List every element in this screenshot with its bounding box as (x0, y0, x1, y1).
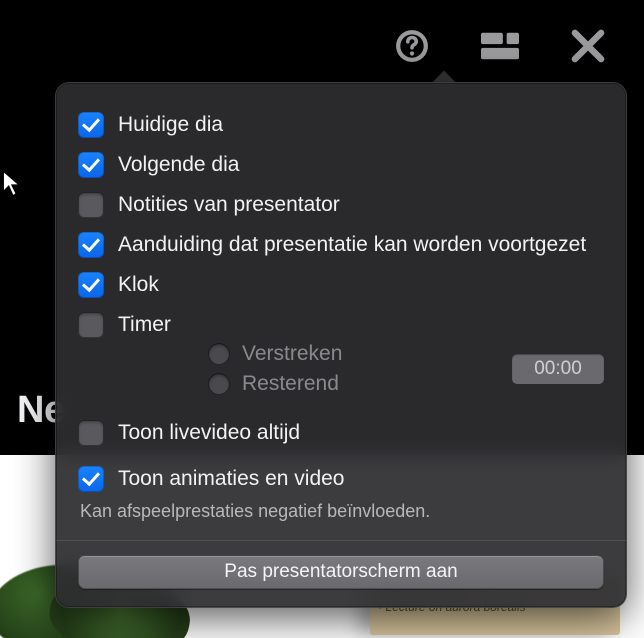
option-presenter-notes[interactable]: Notities van presentator (78, 185, 604, 225)
checkbox[interactable] (78, 420, 104, 446)
radio-label: Verstreken (242, 342, 342, 366)
checkbox[interactable] (78, 466, 104, 492)
option-show-live-video[interactable]: Toon livevideo altijd (78, 413, 604, 453)
option-label: Notities van presentator (118, 193, 340, 217)
close-icon[interactable] (568, 26, 608, 66)
checkbox[interactable] (78, 192, 104, 218)
option-label: Volgende dia (118, 153, 239, 177)
mouse-cursor-icon (2, 170, 24, 198)
checkbox[interactable] (78, 312, 104, 338)
popover-body: Huidige dia Volgende dia Notities van pr… (55, 82, 627, 608)
option-label: Toon animaties en video (118, 467, 344, 491)
option-next-slide[interactable]: Volgende dia (78, 145, 604, 185)
option-label: Timer (118, 313, 171, 337)
checkbox[interactable] (78, 112, 104, 138)
timer-subgroup: Verstreken Resterend 00:00 (118, 339, 604, 399)
help-icon[interactable] (392, 26, 432, 66)
customize-presenter-display-button[interactable]: Pas presentatorscherm aan (78, 555, 604, 589)
layout-icon[interactable] (480, 26, 520, 66)
option-clock[interactable]: Klok (78, 265, 604, 305)
radio[interactable] (208, 343, 230, 365)
radio-label: Resterend (242, 372, 339, 396)
option-ready-indicator[interactable]: Aanduiding dat presentatie kan worden vo… (78, 225, 604, 265)
option-label: Toon livevideo altijd (118, 421, 300, 445)
divider (56, 540, 626, 541)
radio[interactable] (208, 373, 230, 395)
timer-mode-elapsed[interactable]: Verstreken (208, 339, 342, 369)
checkbox[interactable] (78, 152, 104, 178)
option-show-animations[interactable]: Toon animaties en video (78, 459, 604, 499)
presenter-display-popover: Huidige dia Volgende dia Notities van pr… (55, 82, 627, 608)
app-window: Ne Special treat! • Lecture on aurora bo… (0, 0, 644, 638)
option-label: Klok (118, 273, 159, 297)
option-note: Kan afspeelprestaties negatief beïnvloed… (78, 499, 604, 522)
option-label: Aanduiding dat presentatie kan worden vo… (118, 233, 586, 257)
timer-value-field[interactable]: 00:00 (512, 354, 604, 384)
timer-mode-remaining[interactable]: Resterend (208, 369, 342, 399)
checkbox[interactable] (78, 272, 104, 298)
option-label: Huidige dia (118, 113, 223, 137)
option-current-slide[interactable]: Huidige dia (78, 105, 604, 145)
checkbox[interactable] (78, 232, 104, 258)
presenter-toolbar (392, 26, 608, 66)
